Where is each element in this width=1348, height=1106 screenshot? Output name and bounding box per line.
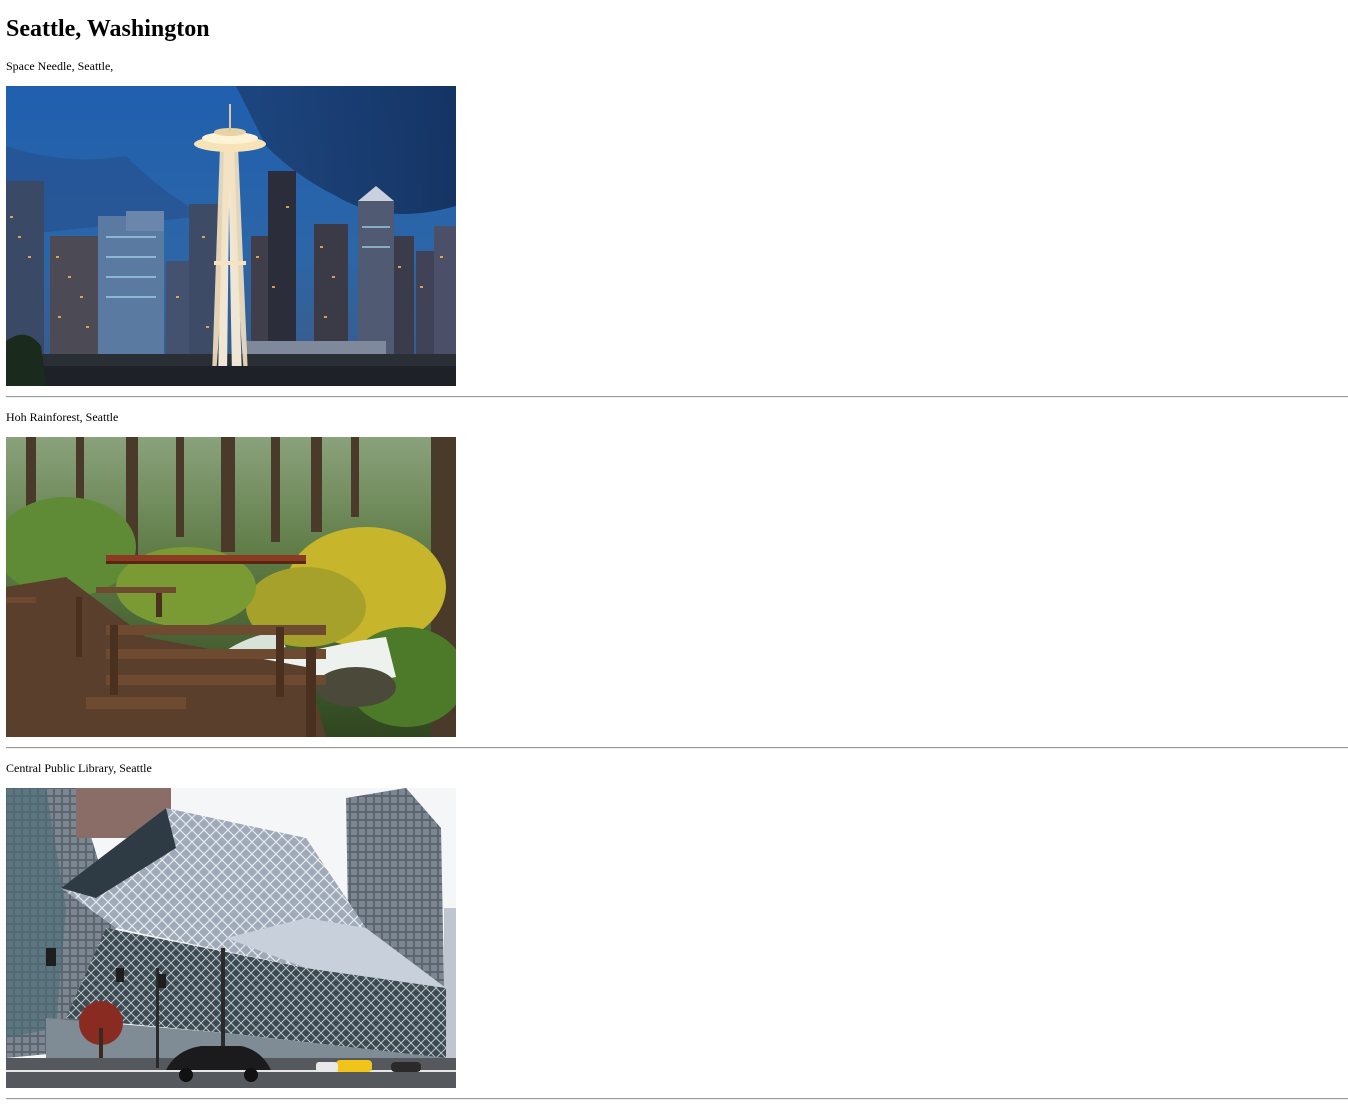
- section-divider: [6, 747, 1348, 749]
- caption-space-needle: Space Needle, Seattle,: [6, 59, 114, 73]
- caption-hoh-rainforest: Hoh Rainforest, Seattle: [6, 410, 119, 424]
- photo-central-library: [6, 788, 456, 1088]
- photo-space-needle: [6, 86, 456, 386]
- page-title: Seattle, Washington: [6, 16, 210, 42]
- section-divider: [6, 1098, 1348, 1100]
- caption-central-library: Central Public Library, Seattle: [6, 761, 152, 775]
- section-divider: [6, 396, 1348, 398]
- photo-hoh-rainforest: [6, 437, 456, 737]
